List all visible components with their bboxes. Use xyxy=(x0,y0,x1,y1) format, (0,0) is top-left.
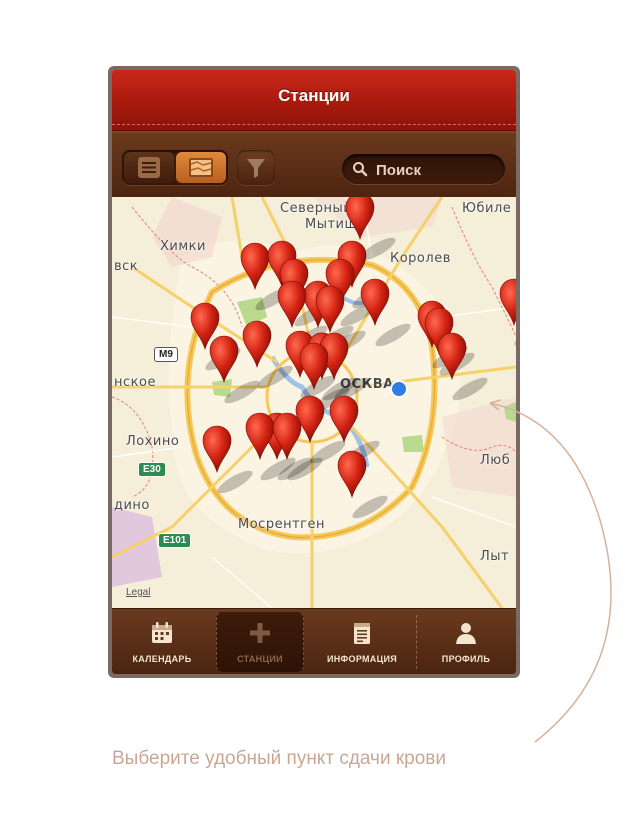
caption-text: Выберите удобный пункт сдачи крови xyxy=(112,748,446,769)
callout-arrow xyxy=(489,399,612,743)
